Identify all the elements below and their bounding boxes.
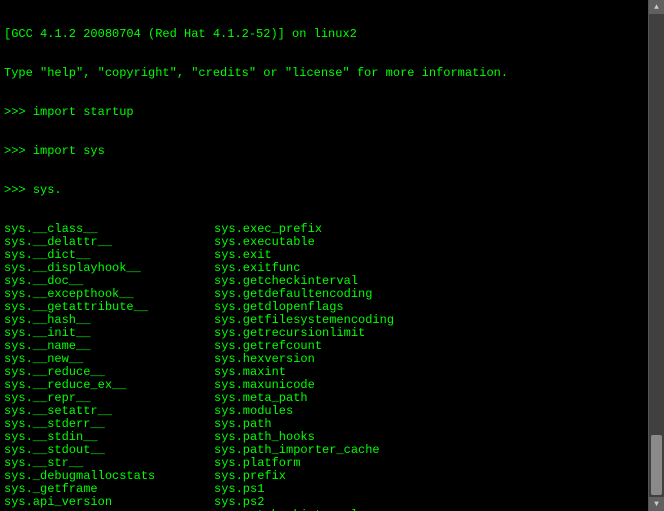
prompt-1: >>> [4,105,26,119]
prompt-3: >>> [4,183,26,197]
completion-row: sys._debugmallocstatssys.prefix [4,470,644,483]
input-text-3: sys. [33,183,62,197]
prompt-2: >>> [4,144,26,158]
scroll-down-arrow[interactable]: ▼ [649,497,664,511]
input-line-2: >>> import sys [4,145,644,158]
completion-row: sys.__stderr__sys.path [4,418,644,431]
completion-item: sys.prefix [214,470,644,483]
scroll-thumb[interactable] [651,435,662,495]
header-line-1: [GCC 4.1.2 20080704 (Red Hat 4.1.2-52)] … [4,28,644,41]
terminal[interactable]: [GCC 4.1.2 20080704 (Red Hat 4.1.2-52)] … [0,0,648,511]
completion-row: sys.__delattr__sys.executable [4,236,644,249]
input-text-1: import startup [33,105,134,119]
input-line-1: >>> import startup [4,106,644,119]
completion-row: sys.__reduce_ex__sys.maxunicode [4,379,644,392]
completion-list: sys.__class__sys.exec_prefixsys.__delatt… [4,223,644,511]
input-line-3: >>> sys. [4,184,644,197]
input-text-2: import sys [33,144,105,158]
completion-row: sys.__init__sys.getrecursionlimit [4,327,644,340]
completion-item: sys.executable [214,236,644,249]
completion-row: sys.__stdout__sys.path_importer_cache [4,444,644,457]
header-line-2: Type "help", "copyright", "credits" or "… [4,67,644,80]
scrollbar[interactable]: ▲ ▼ [648,0,664,511]
completion-item: sys.ps1 [214,483,644,496]
scroll-up-arrow[interactable]: ▲ [649,0,664,14]
completion-row: sys.__name__sys.getrefcount [4,340,644,353]
scroll-track[interactable] [649,14,664,497]
completion-item: sys.modules [214,405,644,418]
